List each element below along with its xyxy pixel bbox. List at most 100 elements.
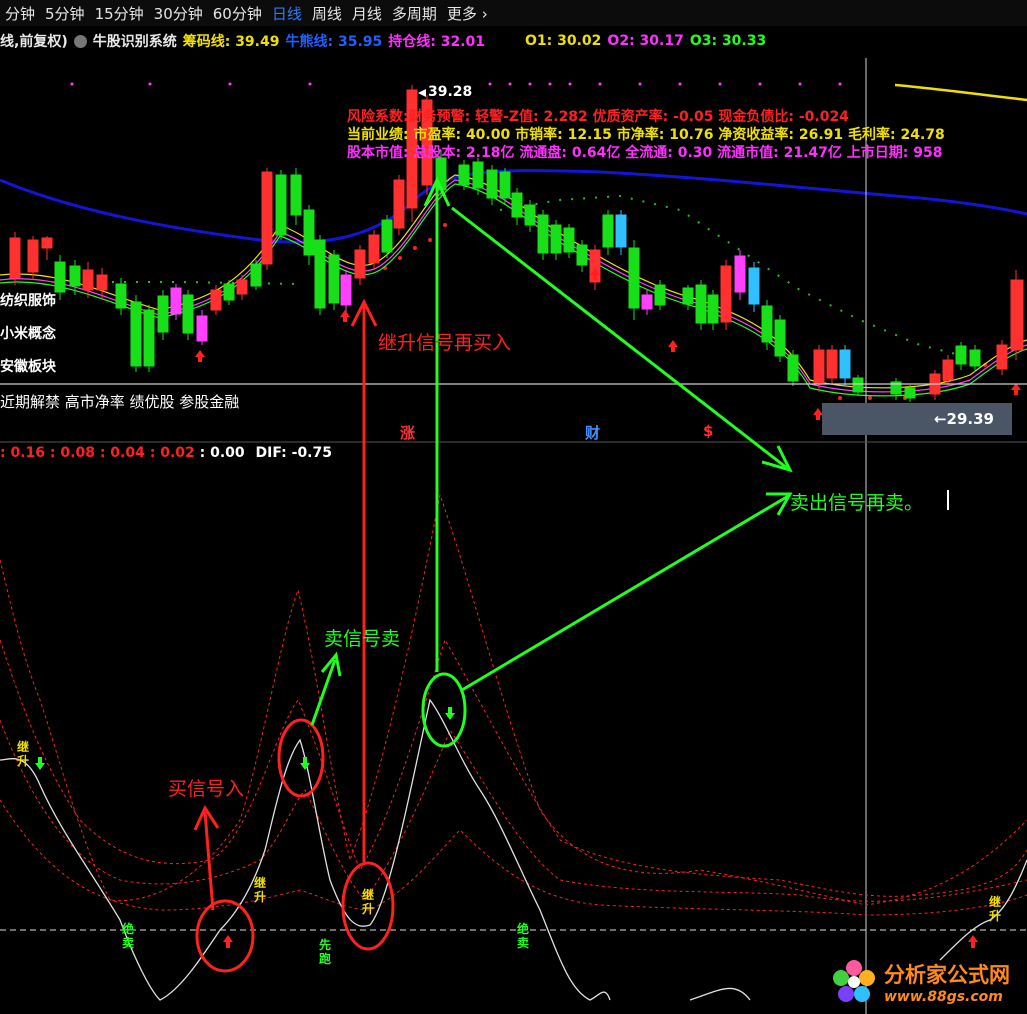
candle-down <box>54 255 66 300</box>
macd-dif: DIF: -0.75 <box>255 445 332 461</box>
candle-down <box>748 262 760 312</box>
annotation-sell: 卖信号卖 <box>324 628 401 650</box>
candle-down <box>275 170 287 240</box>
candle-up <box>96 268 108 300</box>
macd-values: : 0.16 : 0.08 : 0.04 : 0.02 : 0.00 DIF: … <box>0 445 332 461</box>
candle-up <box>9 232 21 285</box>
candle-up <box>734 250 746 300</box>
indicator-bands <box>0 493 1027 916</box>
macd-e: 0.00 <box>210 445 245 461</box>
candle-down <box>157 290 169 340</box>
candle-down <box>839 345 851 385</box>
candle-up <box>942 355 954 385</box>
indicator-main-line <box>0 698 1027 1001</box>
candle-up <box>1010 270 1024 360</box>
event-marker-dollar[interactable]: $ <box>703 422 713 440</box>
candle-down <box>654 280 666 310</box>
low-price-box: ← 29.39 <box>822 403 1012 435</box>
candle-down <box>223 280 235 305</box>
signal-jisheng-1: 继升 <box>16 740 29 768</box>
block-textile[interactable]: 纺织服饰 <box>0 290 56 310</box>
signal-xianpao: 先跑 <box>318 938 331 966</box>
candle-down <box>458 160 470 190</box>
red-dot-trail <box>383 223 987 400</box>
signal-jisheng-4: 继升 <box>988 895 1001 923</box>
candle-up <box>261 168 273 270</box>
candle-down <box>314 235 326 315</box>
fundamentals-line-3: 股本市值: 总股本: 2.18亿 流通盘: 0.64亿 全流通: 0.30 流通… <box>347 145 943 161</box>
candle-down <box>576 240 588 272</box>
event-marker-cai[interactable]: 财 <box>585 422 600 443</box>
stock-tags: 近期解禁 高市净率 绩优股 参股金融 <box>0 393 240 411</box>
macd-c: 0.04 <box>110 445 145 461</box>
high-price-label: 39.28 <box>428 84 473 100</box>
text-cursor <box>947 490 949 510</box>
candle-down <box>130 295 142 372</box>
candle-up <box>641 290 653 315</box>
candle-down <box>143 305 155 372</box>
signal-jisheng-2: 继升 <box>253 876 266 904</box>
candle-down <box>550 220 562 260</box>
candle-up <box>826 345 838 385</box>
ma-yellow-line <box>894 83 1027 102</box>
candle-down <box>904 385 916 402</box>
indicator-signal-arrows <box>35 707 978 948</box>
macd-a: 0.16 <box>10 445 46 461</box>
candle-up <box>41 236 53 260</box>
high-arrow-icon <box>418 89 426 97</box>
candle-down <box>695 280 707 330</box>
watermark-url: www.88gs.com <box>884 989 1003 1005</box>
watermark-title: 分析家公式网 <box>884 963 1010 987</box>
candle-down <box>511 188 523 225</box>
candle-down <box>615 210 627 255</box>
annotation-buy: 买信号入 <box>168 778 245 800</box>
candle-down <box>537 210 549 260</box>
watermark: 分析家公式网 www.88gs.com <box>830 958 1010 1006</box>
block-anhui[interactable]: 安徽板块 <box>0 356 56 376</box>
candle-down <box>563 224 575 258</box>
signal-jisheng-3: 继升 <box>361 888 374 916</box>
candle-down <box>787 350 799 386</box>
macd-d: 0.02 <box>160 445 195 461</box>
candle-down <box>182 290 194 340</box>
candle-up <box>393 175 405 235</box>
flower-logo-icon <box>833 960 875 1002</box>
signal-jueyi-1: 绝卖 <box>121 922 134 950</box>
macd-b: 0.08 <box>60 445 95 461</box>
candle-up <box>340 270 352 312</box>
candle-up <box>996 340 1008 375</box>
annotation-rebuy: 继升信号再买入 <box>378 332 512 354</box>
annotation-resell: 卖出信号再卖。 <box>790 492 924 514</box>
candle-down <box>524 200 536 232</box>
candle-up <box>589 245 601 290</box>
candle-down <box>381 215 393 258</box>
candle-up <box>196 310 208 345</box>
candle-up <box>236 275 248 300</box>
candle-down <box>499 168 511 205</box>
candle-down <box>250 260 262 290</box>
candle-down <box>707 290 719 330</box>
candle-down <box>852 375 864 396</box>
block-xiaomi[interactable]: 小米概念 <box>0 323 56 343</box>
candle-up <box>354 245 366 285</box>
candle-down <box>328 250 340 310</box>
candle-up <box>720 260 732 330</box>
candle-down <box>303 205 315 265</box>
fundamentals-line-1: 风险系数:财务预警: 轻警-Z值: 2.282 优质资产率: -0.05 现金负… <box>347 109 849 125</box>
candle-down <box>955 342 967 370</box>
candle-down <box>290 168 302 225</box>
candle-up <box>929 370 941 400</box>
low-price-label: 29.39 <box>946 410 994 428</box>
candle-down <box>761 300 773 350</box>
candle-down <box>115 278 127 315</box>
event-marker-zhang[interactable]: 涨 <box>400 422 415 443</box>
candle-up <box>27 236 39 280</box>
candle-down <box>628 240 640 320</box>
signal-jueyi-2: 绝卖 <box>516 922 529 950</box>
green-annotations <box>310 176 793 748</box>
candle-down <box>602 210 614 255</box>
candle-down <box>890 378 902 400</box>
candle-up <box>210 285 222 315</box>
candle-down <box>774 315 786 362</box>
fundamentals-line-2: 当前业绩: 市盈率: 40.00 市销率: 12.15 市净率: 10.76 净… <box>347 127 945 143</box>
